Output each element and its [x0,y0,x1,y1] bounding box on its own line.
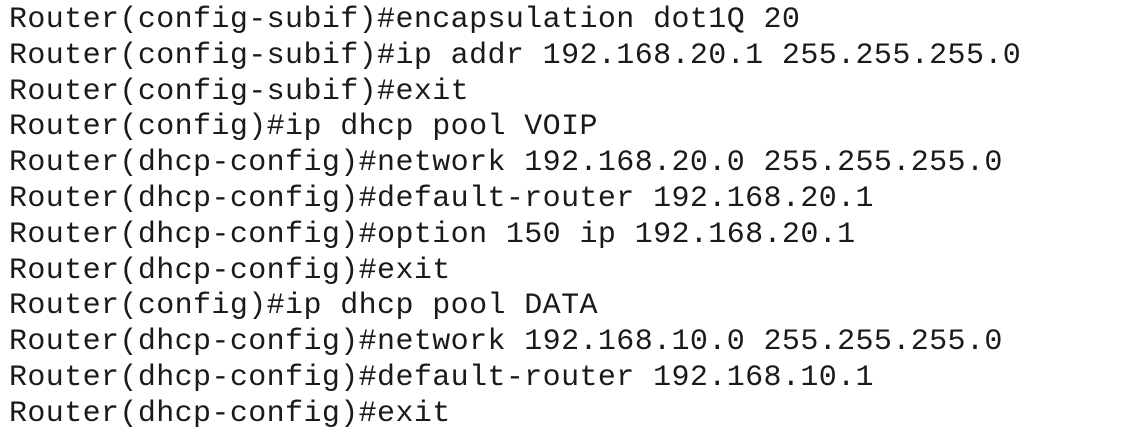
terminal-line: Router(config-subif)#ip addr 192.168.20.… [9,38,1022,73]
terminal-line: Router(config-subif)#exit [9,74,470,109]
terminal-line: Router(config-subif)#encapsulation dot1Q… [9,3,801,37]
terminal-line: Router(dhcp-config)#default-router 192.1… [9,360,874,395]
terminal-line: Router(dhcp-config)#network 192.168.10.0… [9,325,1003,360]
terminal-line: Router(config)#ip dhcp pool DATA [9,289,598,324]
terminal-output: Router(config-subif)#encapsulation dot1Q… [9,3,1140,433]
terminal-line: Router(dhcp-config)#exit [9,253,451,288]
terminal-line: Router(config)#ip dhcp pool VOIP [9,110,598,145]
terminal-line: Router(dhcp-config)#exit [9,396,451,431]
terminal-window[interactable]: Router(config-subif)#encapsulation dot1Q… [0,0,1140,436]
terminal-line: Router(dhcp-config)#network 192.168.20.0… [9,146,1003,181]
terminal-line: Router(dhcp-config)#default-router 192.1… [9,181,874,216]
terminal-line: Router(dhcp-config)#option 150 ip 192.16… [9,217,856,252]
